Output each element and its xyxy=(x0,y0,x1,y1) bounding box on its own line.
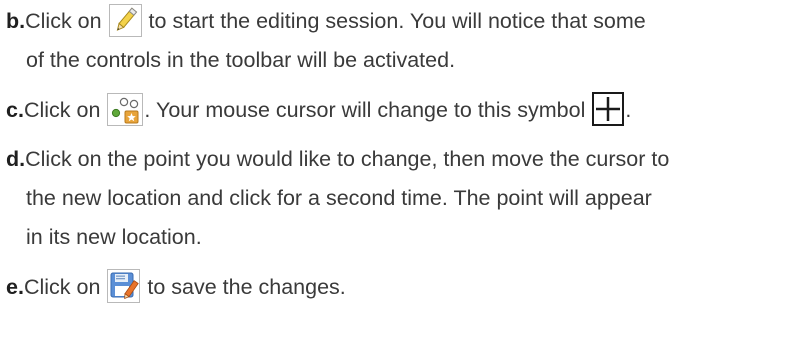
step-e: e.Click on to save the changes. xyxy=(6,268,796,307)
step-d: d.Click on the point you would like to c… xyxy=(6,140,796,257)
step-text-before-icon: Click on xyxy=(23,275,107,299)
step-text-before-icon: Click on xyxy=(25,9,108,33)
pencil-edit-icon xyxy=(108,3,142,37)
step-text-after-icon: to start the editing session. You will n… xyxy=(142,9,646,33)
step-text-line1: Click on the point you would like to cha… xyxy=(25,147,670,171)
step-b: b.Click on to start the editing session.… xyxy=(6,2,796,80)
step-c: c.Click on . Your mouse cursor will chan… xyxy=(6,91,796,130)
move-vertex-icon xyxy=(107,92,144,126)
step-letter: c. xyxy=(6,98,24,122)
step-text-line3: in its new location. xyxy=(26,225,202,249)
step-text-middle: . Your mouse cursor will change to this … xyxy=(144,98,592,122)
step-text-line2: the new location and click for a second … xyxy=(26,186,652,210)
step-text-line2: of the controls in the toolbar will be a… xyxy=(26,48,456,72)
step-letter: b. xyxy=(6,9,26,33)
save-edits-icon xyxy=(107,269,141,304)
crosshair-cursor-icon xyxy=(592,92,625,127)
step-letter: e. xyxy=(6,275,24,299)
step-letter: d. xyxy=(6,147,26,171)
step-text-after-icon: to save the changes. xyxy=(141,275,346,299)
step-text-after-icon: . xyxy=(625,98,632,122)
step-text-before-icon: Click on xyxy=(23,98,107,122)
